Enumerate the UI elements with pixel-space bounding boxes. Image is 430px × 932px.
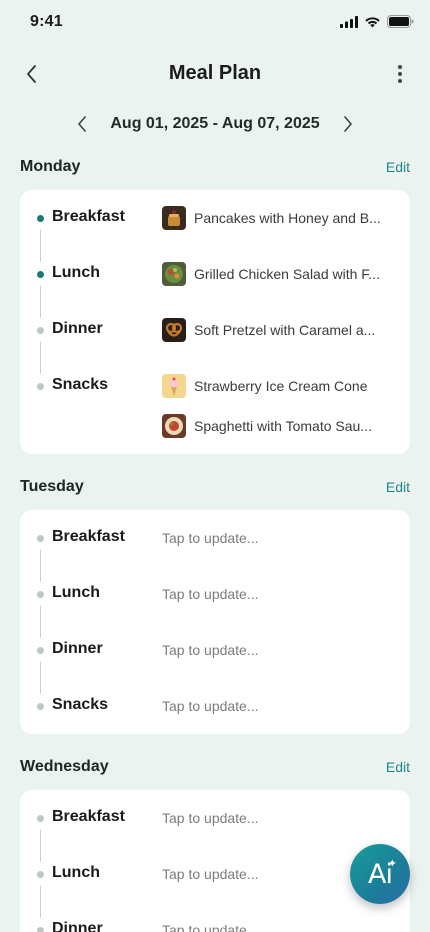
meal-label: Dinner bbox=[52, 920, 103, 932]
timeline-connector bbox=[40, 830, 41, 862]
status-bar: 9:41 bbox=[0, 0, 430, 46]
day-card: Breakfast Pancakes with Honey and B... L… bbox=[20, 190, 410, 454]
meal-status-dot bbox=[37, 591, 44, 598]
tap-to-update-placeholder[interactable]: Tap to update... bbox=[162, 642, 259, 658]
meal-status-dot bbox=[37, 871, 44, 878]
edit-monday-button[interactable]: Edit bbox=[386, 159, 410, 175]
spaghetti-thumbnail bbox=[162, 414, 186, 438]
meal-label: Breakfast bbox=[52, 528, 125, 545]
meal-label: Dinner bbox=[52, 320, 103, 337]
day-name: Wednesday bbox=[20, 758, 109, 775]
chevron-right-icon bbox=[343, 116, 352, 132]
food-item[interactable]: Strawberry Ice Cream Cone bbox=[162, 374, 398, 398]
meal-row-dinner[interactable]: Dinner Tap to update... bbox=[20, 918, 410, 932]
meal-row-breakfast[interactable]: Breakfast Tap to update... bbox=[20, 526, 410, 566]
food-name: Spaghetti with Tomato Sau... bbox=[194, 418, 372, 434]
day-section-wednesday: Wednesday Edit Breakfast Tap to update..… bbox=[20, 758, 410, 932]
meal-label: Lunch bbox=[52, 264, 100, 281]
meal-label: Lunch bbox=[52, 864, 100, 881]
meal-status-dot bbox=[37, 383, 44, 390]
meal-status-dot bbox=[37, 703, 44, 710]
meal-status-dot bbox=[37, 327, 44, 334]
food-item[interactable]: Soft Pretzel with Caramel a... bbox=[162, 318, 398, 342]
wifi-icon bbox=[365, 16, 380, 27]
more-options-button[interactable] bbox=[392, 62, 408, 86]
food-item[interactable]: Grilled Chicken Salad with F... bbox=[162, 262, 398, 286]
day-name: Tuesday bbox=[20, 478, 84, 495]
edit-tuesday-button[interactable]: Edit bbox=[386, 479, 410, 495]
meal-row-snacks[interactable]: Snacks Tap to update... bbox=[20, 694, 410, 734]
tap-to-update-placeholder[interactable]: Tap to update... bbox=[162, 810, 259, 826]
status-icons bbox=[340, 15, 414, 28]
meal-status-dot bbox=[37, 215, 44, 222]
tap-to-update-placeholder[interactable]: Tap to update... bbox=[162, 586, 259, 602]
tap-to-update-placeholder[interactable]: Tap to update... bbox=[162, 530, 259, 546]
timeline-connector bbox=[40, 886, 41, 918]
next-week-button[interactable] bbox=[338, 113, 358, 135]
timeline-connector bbox=[40, 662, 41, 694]
date-range-selector: Aug 01, 2025 - Aug 07, 2025 bbox=[0, 110, 430, 138]
meal-row-breakfast[interactable]: Breakfast Pancakes with Honey and B... bbox=[20, 206, 410, 246]
meal-status-dot bbox=[37, 927, 44, 932]
food-name: Soft Pretzel with Caramel a... bbox=[194, 322, 376, 338]
edit-wednesday-button[interactable]: Edit bbox=[386, 759, 410, 775]
chevron-left-icon bbox=[78, 116, 87, 132]
meal-status-dot bbox=[37, 271, 44, 278]
timeline-connector bbox=[40, 550, 41, 582]
food-name: Grilled Chicken Salad with F... bbox=[194, 266, 380, 282]
date-range-label: Aug 01, 2025 - Aug 07, 2025 bbox=[110, 115, 320, 132]
ai-assistant-button[interactable]: Ai ✦ bbox=[350, 844, 410, 904]
battery-icon bbox=[387, 15, 414, 28]
tap-to-update-placeholder[interactable]: Tap to update... bbox=[162, 922, 259, 932]
sparkle-icon: ✦ bbox=[387, 858, 397, 870]
meal-row-dinner[interactable]: Dinner Tap to update... bbox=[20, 638, 410, 678]
timeline-connector bbox=[40, 286, 41, 318]
meal-label: Snacks bbox=[52, 696, 109, 713]
tap-to-update-placeholder[interactable]: Tap to update... bbox=[162, 698, 259, 714]
day-name: Monday bbox=[20, 158, 81, 175]
food-item[interactable]: Pancakes with Honey and B... bbox=[162, 206, 398, 230]
timeline-connector bbox=[40, 230, 41, 262]
day-card: Breakfast Tap to update... Lunch Tap to … bbox=[20, 510, 410, 734]
salad-thumbnail bbox=[162, 262, 186, 286]
meal-label: Breakfast bbox=[52, 208, 125, 225]
meal-row-lunch[interactable]: Lunch Tap to update... bbox=[20, 582, 410, 622]
meal-label: Breakfast bbox=[52, 808, 125, 825]
meal-row-lunch[interactable]: Lunch Grilled Chicken Salad with F... bbox=[20, 262, 410, 302]
tap-to-update-placeholder[interactable]: Tap to update... bbox=[162, 866, 259, 882]
food-name: Pancakes with Honey and B... bbox=[194, 210, 381, 226]
timeline-connector bbox=[40, 342, 41, 374]
meal-status-dot bbox=[37, 815, 44, 822]
day-section-monday: Monday Edit Breakfast Pancakes with Hone… bbox=[20, 158, 410, 454]
food-item[interactable]: Spaghetti with Tomato Sau... bbox=[162, 414, 398, 438]
meal-label: Dinner bbox=[52, 640, 103, 657]
header: Meal Plan bbox=[0, 52, 430, 96]
previous-week-button[interactable] bbox=[72, 113, 92, 135]
more-vertical-icon bbox=[398, 65, 402, 83]
meal-status-dot bbox=[37, 535, 44, 542]
meal-row-breakfast[interactable]: Breakfast Tap to update... bbox=[20, 806, 410, 846]
meal-label: Snacks bbox=[52, 376, 109, 393]
meal-label: Lunch bbox=[52, 584, 100, 601]
meal-row-dinner[interactable]: Dinner Soft Pretzel with Caramel a... bbox=[20, 318, 410, 358]
meal-row-snacks[interactable]: Snacks Strawberry Ice Cream Cone Spaghet… bbox=[20, 374, 410, 454]
pretzel-thumbnail bbox=[162, 318, 186, 342]
page-title: Meal Plan bbox=[168, 62, 262, 84]
meal-status-dot bbox=[37, 647, 44, 654]
food-name: Strawberry Ice Cream Cone bbox=[194, 378, 368, 394]
pancakes-thumbnail bbox=[162, 206, 186, 230]
day-section-tuesday: Tuesday Edit Breakfast Tap to update... … bbox=[20, 478, 410, 734]
cellular-signal-icon bbox=[340, 15, 358, 28]
ice-cream-thumbnail bbox=[162, 374, 186, 398]
day-card: Breakfast Tap to update... Lunch Tap to … bbox=[20, 790, 410, 932]
status-time: 9:41 bbox=[30, 13, 63, 30]
timeline-connector bbox=[40, 606, 41, 638]
